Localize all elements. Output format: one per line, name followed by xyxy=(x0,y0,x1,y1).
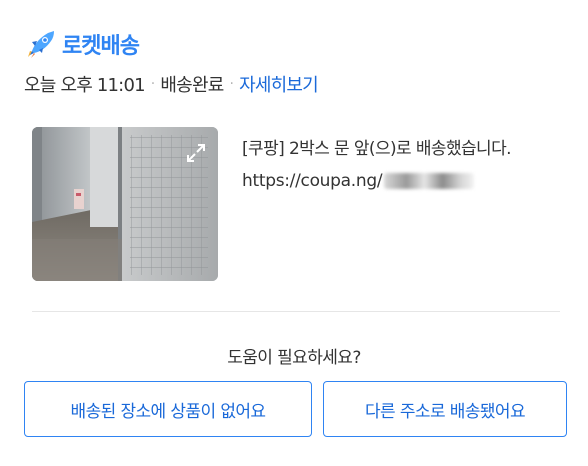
not-found-button[interactable]: 배송된 장소에 상품이 없어요 xyxy=(24,381,312,437)
redacted-url-part xyxy=(384,173,475,189)
help-prompt: 도움이 필요하세요? xyxy=(227,348,361,368)
brand-label: 로켓배송 xyxy=(62,34,140,59)
delivery-time: 오늘 오후 11:01 xyxy=(24,75,146,96)
tracking-url-text[interactable]: https://coupa.ng/ xyxy=(242,171,383,191)
tracking-url[interactable]: https://coupa.ng/ xyxy=(242,171,475,191)
wrong-address-button[interactable]: 다른 주소로 배송됐어요 xyxy=(323,381,567,437)
details-link[interactable]: 자세히보기 xyxy=(239,71,319,97)
separator-dot: · xyxy=(150,76,155,92)
delivery-photo[interactable] xyxy=(32,127,218,281)
delivery-status: 오늘 오후 11:01 · 배송완료 · 자세히보기 xyxy=(24,71,319,97)
separator-dot: · xyxy=(229,76,234,92)
rocket-icon xyxy=(28,31,54,58)
delivery-state: 배송완료 xyxy=(160,75,224,96)
divider xyxy=(32,311,560,312)
expand-icon[interactable] xyxy=(184,141,208,165)
delivery-card: 로켓배송 오늘 오후 11:01 · 배송완료 · 자세히보기 [쿠팡] 2박스… xyxy=(0,0,588,466)
brand-header: 로켓배송 xyxy=(24,26,140,62)
delivery-message: [쿠팡] 2박스 문 앞(으)로 배송했습니다. xyxy=(242,139,512,159)
